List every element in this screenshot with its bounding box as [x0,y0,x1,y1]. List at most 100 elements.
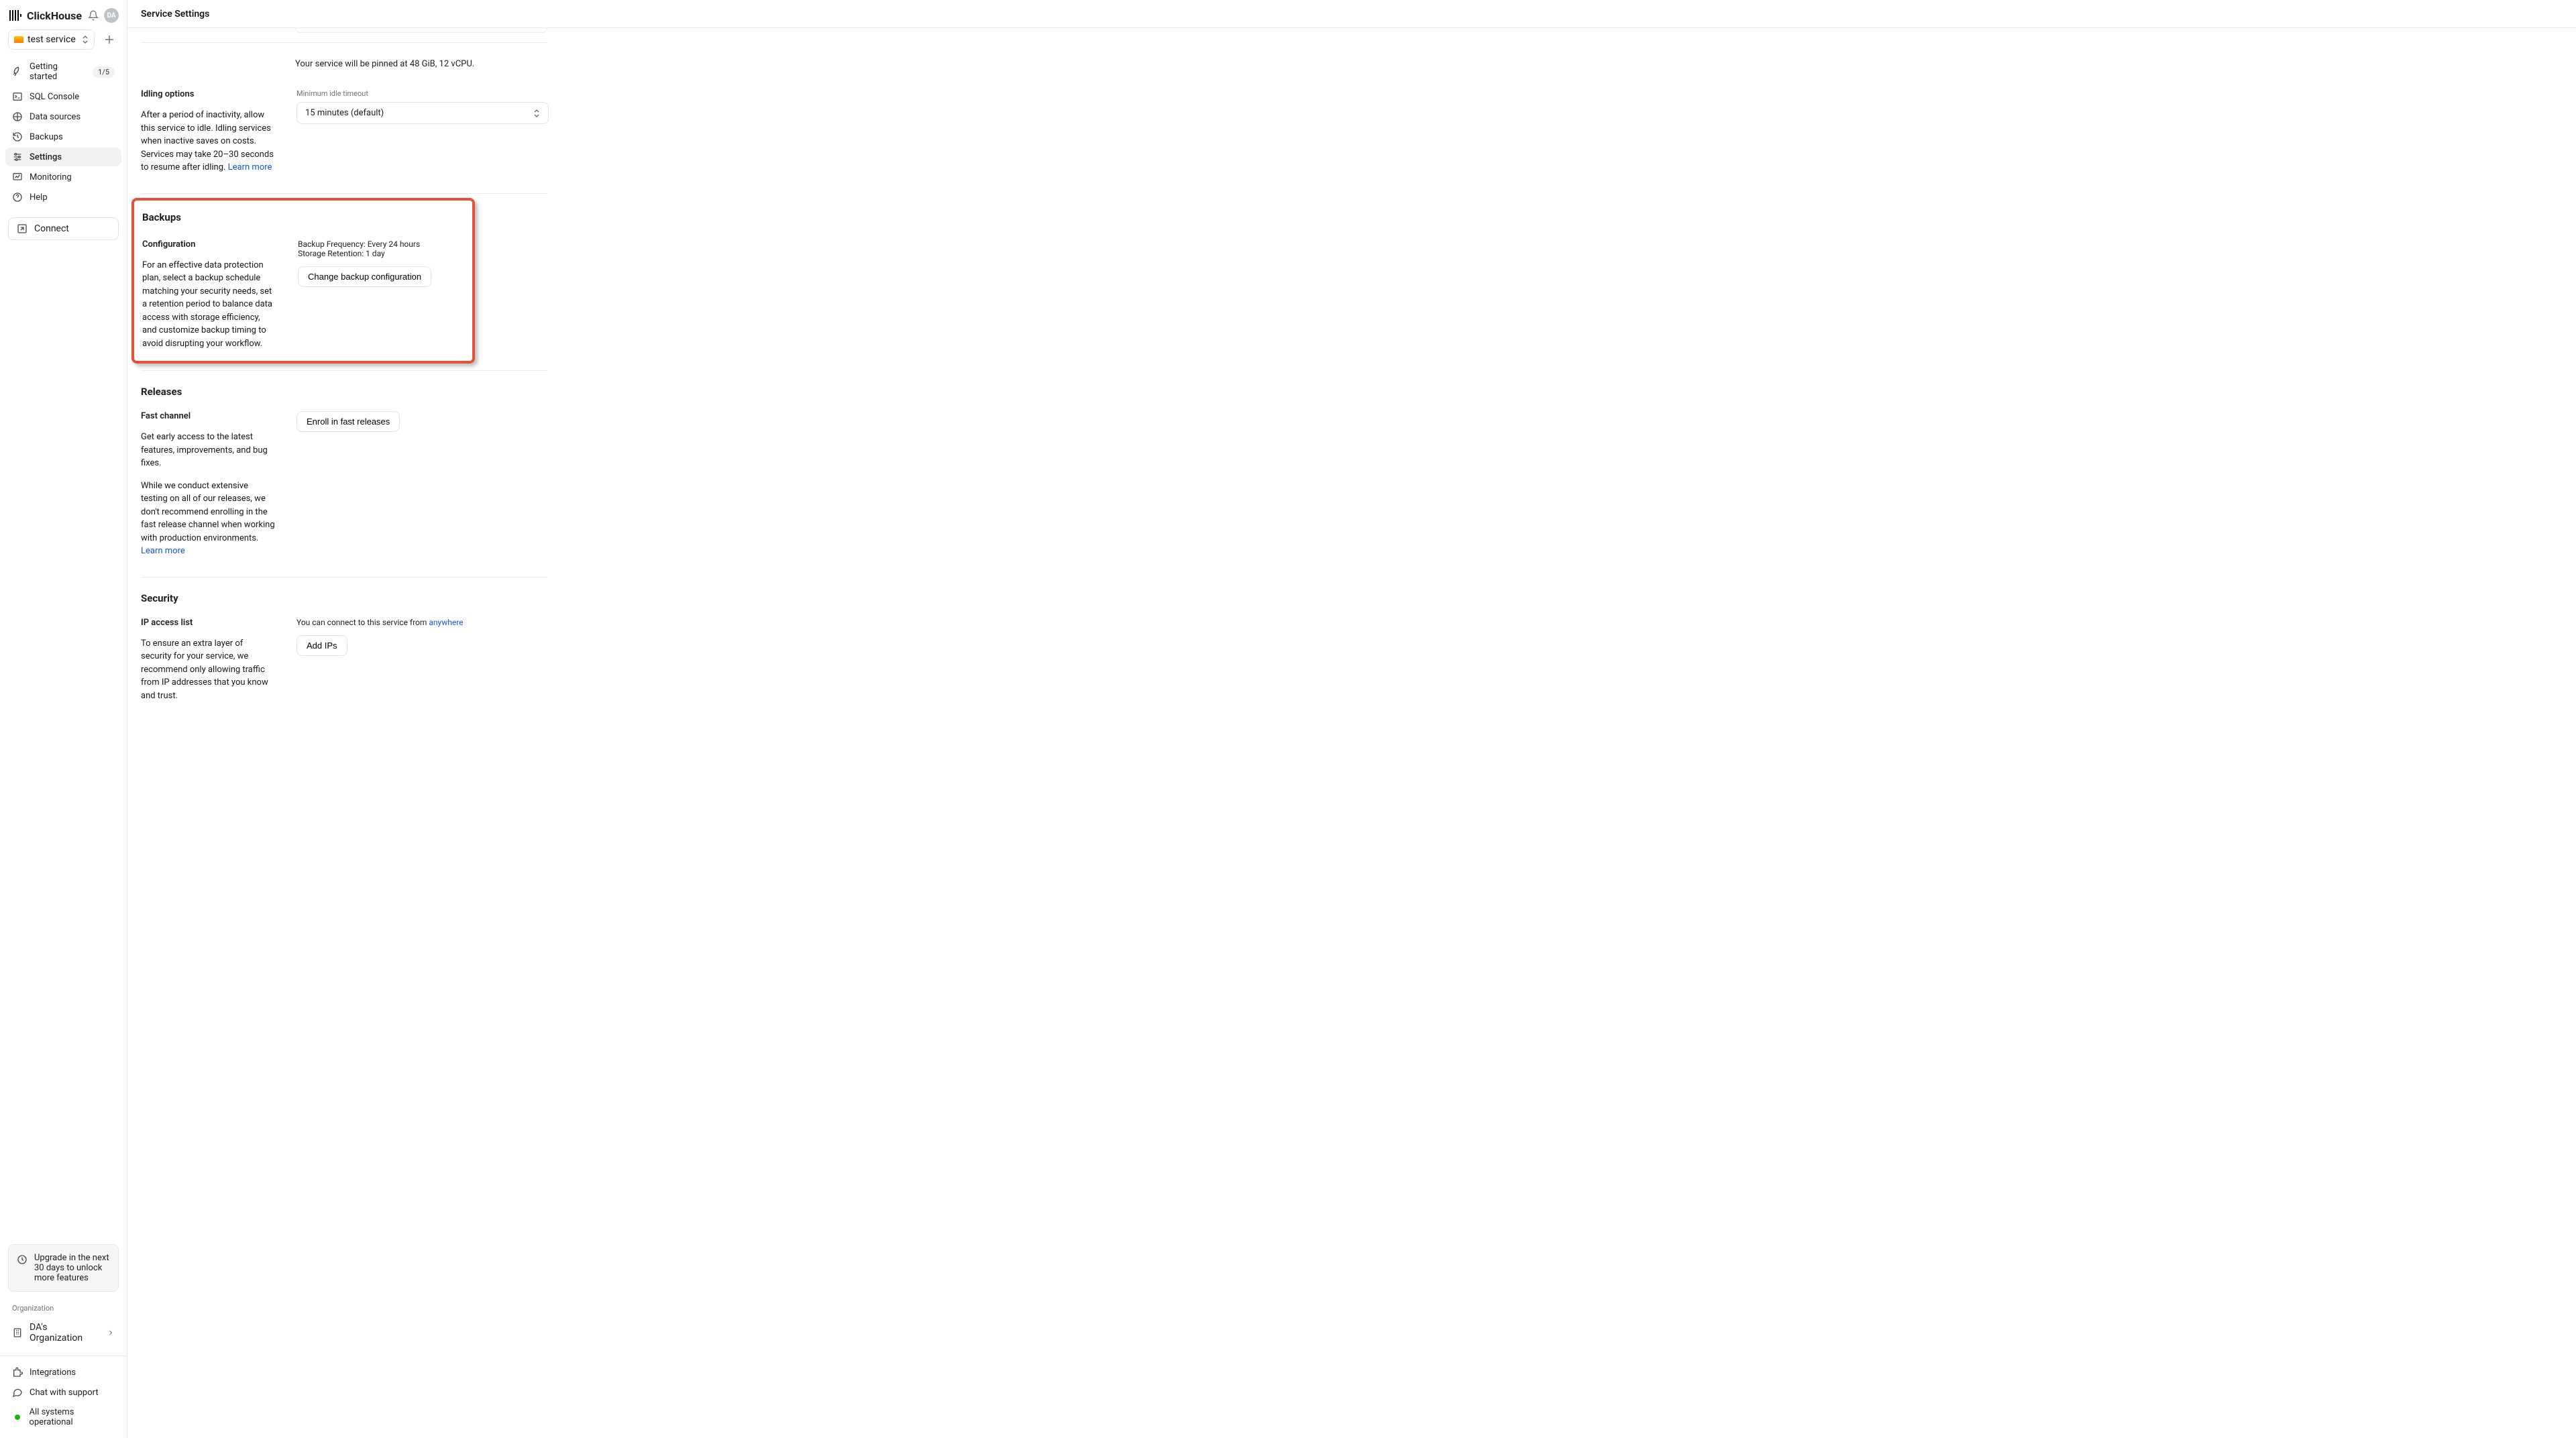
plus-icon [105,35,114,44]
rocket-icon [12,66,23,77]
releases-section: Releases Fast channel Get early access t… [141,371,2563,558]
sidebar-item-help[interactable]: Help [5,188,121,207]
getting-started-badge: 1/5 [93,66,115,78]
connect-button[interactable]: Connect [8,217,119,240]
enroll-fast-releases-button[interactable]: Enroll in fast releases [297,411,400,432]
avatar[interactable]: DA [104,8,119,23]
sidebar-item-label: Monitoring [30,172,72,182]
backups-title: Backups [142,211,464,223]
sidebar-nav: Getting started 1/5 SQL Console Data sou… [0,56,127,208]
updown-icon [82,35,89,44]
content: Your service will be pinned at 48 GiB, 1… [127,28,2576,1438]
backup-frequency: Backup Frequency: Every 24 hours [298,239,472,249]
pinned-resources-text: Your service will be pinned at 48 GiB, 1… [295,59,2563,69]
org-switcher[interactable]: DA's Organization [5,1318,121,1347]
anywhere-link[interactable]: anywhere [429,618,463,627]
sidebar: ClickHouse DA test service [0,0,127,1438]
help-icon [12,192,23,203]
backups-description: For an effective data protection plan, s… [142,259,276,351]
page-title: Service Settings [141,9,209,19]
org-name: DA's Organization [30,1322,100,1343]
chevron-right-icon [107,1329,115,1337]
sidebar-item-label: Chat with support [30,1388,99,1398]
sidebar-item-chat[interactable]: Chat with support [5,1383,121,1402]
terminal-icon [12,91,23,102]
updown-icon [533,109,540,118]
connect-label: Connect [34,223,69,234]
backups-highlight-box: Backups Configuration For an effective d… [131,198,475,364]
puzzle-icon [12,1367,23,1378]
min-idle-label: Minimum idle timeout [297,89,549,98]
section-divider [141,42,547,43]
idling-row: Idling options After a period of inactiv… [141,69,2563,174]
sidebar-item-backups[interactable]: Backups [5,127,121,146]
org-section-label: Organization [0,1303,127,1318]
sidebar-item-settings[interactable]: Settings [5,148,121,166]
service-name: test service [28,34,78,45]
upgrade-text: Upgrade in the next 30 days to unlock mo… [34,1253,110,1283]
sidebar-item-data-sources[interactable]: Data sources [5,107,121,126]
avatar-initials: DA [107,12,115,19]
releases-subheading: Fast channel [141,411,275,421]
releases-p1: Get early access to the latest features,… [141,431,275,470]
security-description: To ensure an extra layer of security for… [141,637,275,703]
sidebar-item-sql-console[interactable]: SQL Console [5,87,121,106]
notifications-button[interactable] [88,10,99,21]
sidebar-item-monitoring[interactable]: Monitoring [5,168,121,186]
backup-retention: Storage Retention: 1 day [298,249,472,258]
sidebar-item-getting-started[interactable]: Getting started 1/5 [5,58,121,86]
chart-icon [12,172,23,182]
sidebar-item-label: Integrations [30,1368,76,1378]
arrow-out-icon [17,223,28,234]
service-icon [14,36,23,43]
topbar: Service Settings [127,0,2576,28]
service-selector-row: test service [0,30,127,56]
brand-row: ClickHouse DA [0,0,127,30]
sidebar-item-label: All systems operational [30,1407,115,1427]
sidebar-item-label: Data sources [30,112,80,122]
releases-title: Releases [141,386,2563,398]
security-subheading: IP access list [141,618,275,628]
main: Service Settings Your service will be pi… [127,0,2576,1438]
sliders-icon [12,152,23,162]
security-connect-line: You can connect to this service from any… [297,618,549,627]
chat-icon [12,1387,23,1398]
clock-icon [17,1254,28,1265]
backups-row: Configuration For an effective data prot… [136,237,464,351]
releases-p2: While we conduct extensive testing on al… [141,480,275,558]
sidebar-footer: Integrations Chat with support All syste… [0,1356,127,1438]
idling-heading: Idling options [141,89,275,99]
min-idle-select[interactable]: 15 minutes (default) [297,102,549,124]
backups-subheading: Configuration [142,239,276,250]
history-icon [12,131,23,142]
sidebar-item-label: Help [30,192,48,203]
idling-learn-more-link[interactable]: Learn more [228,162,272,172]
releases-learn-more-link[interactable]: Learn more [141,546,185,556]
service-selector[interactable]: test service [8,30,95,50]
clickhouse-logo-icon [9,10,21,21]
idling-description: After a period of inactivity, allow this… [141,109,275,174]
data-icon [12,111,23,122]
releases-row: Fast channel Get early access to the lat… [141,411,2563,558]
sidebar-item-label: Backups [30,132,63,142]
min-idle-value: 15 minutes (default) [305,108,384,118]
status-dot-icon [15,1415,20,1420]
brand-name: ClickHouse [27,9,82,22]
brand-actions: DA [88,8,119,23]
sidebar-item-integrations[interactable]: Integrations [5,1363,121,1382]
section-divider [141,193,547,194]
change-backup-config-button[interactable]: Change backup configuration [298,266,431,287]
sidebar-item-label: Getting started [30,62,86,82]
truncated-input-stub [295,28,547,33]
bell-icon [88,10,99,21]
security-row: IP access list To ensure an extra layer … [141,618,2563,703]
sidebar-item-label: Settings [30,152,62,162]
security-title: Security [141,592,2563,604]
add-ips-button[interactable]: Add IPs [297,635,347,656]
building-icon [12,1327,23,1338]
upgrade-callout[interactable]: Upgrade in the next 30 days to unlock mo… [8,1244,119,1292]
security-section: Security IP access list To ensure an ext… [141,577,2563,703]
sidebar-item-status[interactable]: All systems operational [5,1403,121,1431]
brand-logo[interactable]: ClickHouse [9,9,82,22]
add-service-button[interactable] [100,30,119,49]
